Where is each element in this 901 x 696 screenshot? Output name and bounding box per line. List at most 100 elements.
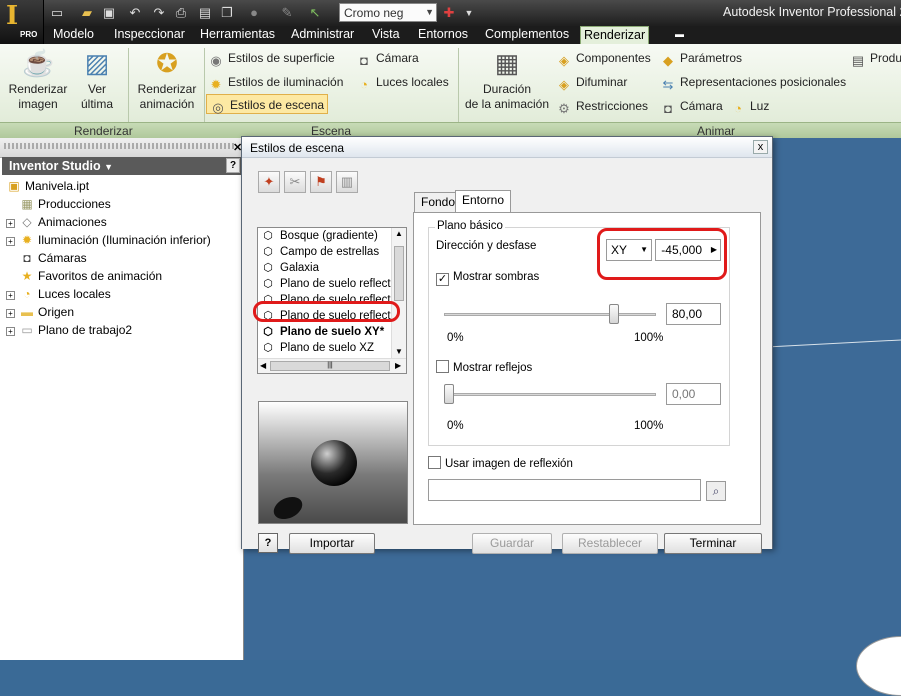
reflection-slider-thumb[interactable] (444, 384, 454, 404)
render-animation-button[interactable]: ✪ Renderizar animación (133, 48, 201, 112)
style-list-item[interactable]: ⬡ Bosque (gradiente) (258, 228, 391, 244)
animation-duration-button[interactable]: ▦ Duración de la animación (462, 48, 552, 112)
print-icon[interactable]: ⎙ (172, 4, 190, 22)
show-shadows-row[interactable]: ✓ Mostrar sombras (436, 271, 539, 286)
open-icon[interactable]: ▰ (78, 4, 96, 22)
scroll-up-icon[interactable]: ▲ (395, 229, 403, 238)
anim-light-button[interactable]: ◔ Luz (730, 96, 769, 116)
menu-administrar[interactable]: Administrar (288, 26, 357, 44)
help-icon[interactable]: ? (226, 158, 240, 173)
menu-herramientas[interactable]: Herramientas (197, 26, 278, 44)
style-list-item[interactable]: ⬡ Plano de suelo XZ (258, 340, 391, 356)
browser-title[interactable]: Inventor Studio ▼ (2, 157, 242, 175)
constraints-button[interactable]: ⚙ Restricciones (556, 96, 648, 116)
menu-entornos[interactable]: Entornos (415, 26, 471, 44)
style-list-item[interactable]: ⬡ Plano de suelo reflectan (258, 276, 391, 292)
sphere-icon[interactable]: ● (245, 4, 263, 22)
undo-icon[interactable]: ↶ (126, 4, 144, 22)
expand-icon[interactable]: + (6, 237, 15, 246)
save-button[interactable]: Guardar (472, 533, 552, 554)
lighting-styles-button[interactable]: ✹ Estilos de iluminación (208, 72, 344, 92)
plus-icon[interactable]: ✚ (440, 4, 458, 22)
menu-modelo[interactable]: Modelo (50, 26, 97, 44)
tree-item[interactable]: + ◔ Luces locales (6, 285, 242, 303)
shadow-slider-track[interactable] (444, 313, 656, 316)
use-reflection-image-checkbox[interactable] (428, 456, 441, 469)
surface-styles-button[interactable]: ◉ Estilos de superficie (208, 48, 334, 68)
style-list-item[interactable]: ⬡ Galaxia (258, 260, 391, 276)
show-shadows-checkbox[interactable]: ✓ (436, 273, 449, 286)
parameters-button[interactable]: ◆ Parámetros (660, 48, 742, 68)
grip-bar[interactable] (4, 143, 234, 149)
anim-camera-button[interactable]: ◘ Cámara (660, 96, 723, 116)
new-icon[interactable]: ▭ (48, 4, 66, 22)
show-reflections-checkbox[interactable] (436, 360, 449, 373)
shadow-slider-thumb[interactable] (608, 304, 619, 324)
positional-reps-icon: ⇆ (662, 77, 674, 92)
select-icon[interactable]: ↖ (306, 4, 324, 22)
reflection-image-path[interactable] (428, 479, 701, 501)
menu-complementos[interactable]: Complementos (482, 26, 572, 44)
style-list-item[interactable]: ⬡ Campo de estrellas (258, 244, 391, 260)
dialog-close-button[interactable]: x (753, 140, 768, 154)
local-lights-button[interactable]: ◔ Luces locales (356, 72, 449, 92)
scroll-thumb[interactable] (394, 246, 404, 301)
import-button[interactable]: Importar (289, 533, 375, 554)
style-list-hscroll[interactable]: ◀ ||| ▶ (258, 358, 406, 373)
use-reflection-image-row[interactable]: Usar imagen de reflexión (428, 456, 573, 470)
brush-icon[interactable]: ✎ (278, 4, 296, 22)
reflection-value-input[interactable]: 0,00 (666, 383, 721, 405)
render-image-button[interactable]: ☕ Renderizar imagen (6, 48, 70, 112)
expand-icon[interactable]: + (6, 309, 15, 318)
show-reflections-row[interactable]: Mostrar reflejos (436, 360, 532, 374)
tab-entorno[interactable]: Entorno (455, 190, 512, 212)
tree-item[interactable]: + ✹ Iluminación (Iluminación inferior) (6, 231, 242, 249)
dialog-title-bar[interactable]: Estilos de escena (242, 137, 772, 158)
positional-reps-button[interactable]: ⇆ Representaciones posicionales (660, 72, 847, 92)
menu-renderizar[interactable]: Renderizar (580, 26, 649, 44)
tree-item[interactable]: ★ Favoritos de animación (6, 267, 242, 285)
menu-inspeccionar[interactable]: Inspeccionar (111, 26, 188, 44)
expand-icon[interactable]: + (6, 291, 15, 300)
reset-button[interactable]: Restablecer (562, 533, 658, 554)
tree-item[interactable]: ▣ Manivela.ipt (6, 177, 242, 195)
tree-item[interactable]: + ◇ Animaciones (6, 213, 242, 231)
scene-styles-button[interactable]: ◎ Estilos de escena (206, 94, 329, 115)
style-list-vscroll[interactable]: ▲ ▼ (391, 228, 406, 359)
tree-item[interactable]: + ▭ Plano de trabajo2 (6, 321, 242, 339)
new-style-icon[interactable]: ✦ (258, 171, 280, 193)
fade-button[interactable]: ◈ Difuminar (556, 72, 627, 92)
copy-icon[interactable]: ❐ (218, 4, 236, 22)
save-icon[interactable]: ▣ (100, 4, 118, 22)
active-style-icon[interactable]: ⚑ (310, 171, 332, 193)
expand-icon[interactable]: + (6, 219, 15, 228)
reflection-slider-track[interactable] (444, 393, 656, 396)
menu-vista[interactable]: Vista (369, 26, 403, 44)
view-last-button[interactable]: ▨ Ver última (74, 48, 120, 112)
tree-item[interactable]: ◘ Cámaras (6, 249, 242, 267)
browse-icon[interactable]: ⌕ (706, 481, 726, 501)
style-list-item[interactable]: ⬡ Plano de suelo XY* (258, 324, 391, 340)
finish-button[interactable]: Terminar (664, 533, 762, 554)
produ-button[interactable]: ▤ Produ (850, 48, 901, 68)
menu-bar: Modelo Inspeccionar Herramientas Adminis… (0, 26, 901, 44)
tree-item[interactable]: + ▬ Origen (6, 303, 242, 321)
shadow-value-input[interactable]: 80,00 (666, 303, 721, 325)
material-combo[interactable]: Cromo neg ▼ (339, 3, 437, 22)
qat-dropdown-icon[interactable]: ▼ (460, 4, 478, 22)
redo-icon[interactable]: ↷ (150, 4, 168, 22)
components-button[interactable]: ◈ Componentes (556, 48, 651, 68)
library-icon[interactable]: ▥ (336, 171, 358, 193)
hscroll-thumb[interactable]: ||| (270, 361, 390, 371)
app-logo[interactable]: I PRO (0, 0, 44, 44)
tree-item[interactable]: ▦ Producciones (6, 195, 242, 213)
expand-icon[interactable]: + (6, 327, 15, 336)
purge-style-icon[interactable]: ✂ (284, 171, 306, 193)
scroll-right-icon[interactable]: ▶ (395, 361, 401, 370)
scroll-left-icon[interactable]: ◀ (260, 361, 266, 370)
help-button[interactable]: ? (258, 533, 278, 553)
camera-button[interactable]: ◘ Cámara (356, 48, 419, 68)
properties-icon[interactable]: ▤ (196, 4, 214, 22)
ribbon-toggle-icon[interactable]: ▬ (672, 26, 687, 44)
scroll-down-icon[interactable]: ▼ (395, 347, 403, 356)
